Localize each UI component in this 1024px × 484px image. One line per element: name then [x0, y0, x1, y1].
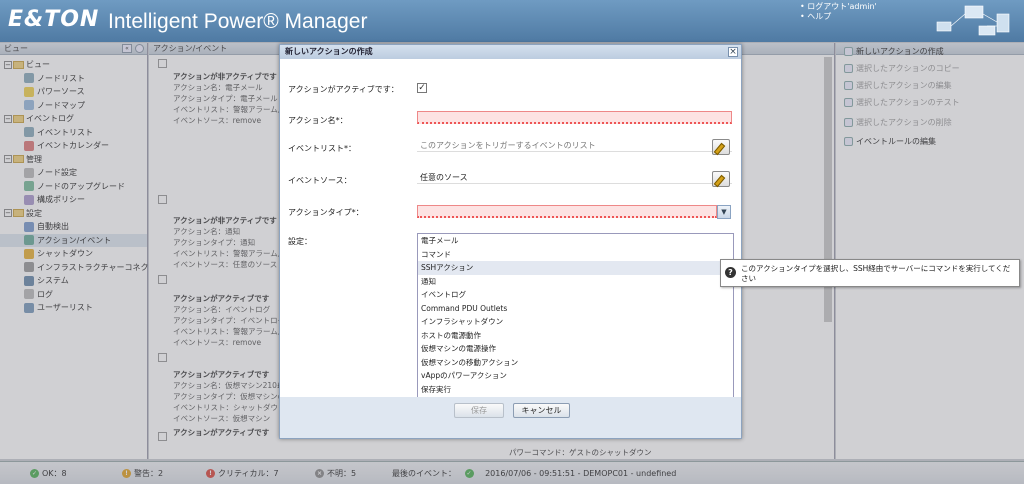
action-type-option[interactable]: vAppのパワーアクション: [418, 369, 733, 383]
action-type-option[interactable]: 保存実行: [418, 383, 733, 397]
action-type-option[interactable]: 電子メール: [418, 234, 733, 248]
edit-event-list-icon[interactable]: [712, 139, 730, 155]
action-type-label: アクションタイプ*：: [288, 208, 364, 217]
dialog-footer: 保存 キャンセル: [280, 397, 741, 438]
edit-event-source-icon[interactable]: [712, 171, 730, 187]
action-type-option[interactable]: 仮想マシンの電源操作: [418, 342, 733, 356]
new-action-dialog: 新しいアクションの作成 × アクションがアクティブです： ✓ アクション名*： …: [279, 44, 742, 439]
active-checkbox[interactable]: ✓: [417, 83, 427, 93]
dialog-body: アクションがアクティブです： ✓ アクション名*： イベントリスト*： このアク…: [280, 59, 741, 409]
action-type-option[interactable]: 仮想マシンの移動アクション: [418, 356, 733, 370]
settings-label: 設定：: [288, 237, 312, 246]
action-type-option[interactable]: 通知: [418, 275, 733, 289]
app-title: Intelligent Power® Manager: [108, 10, 368, 33]
logout-label: ログアウト'admin': [807, 2, 877, 11]
action-type-option[interactable]: Command PDU Outlets: [418, 302, 733, 316]
event-source-label: イベントソース：: [288, 176, 352, 185]
active-label: アクションがアクティブです：: [288, 85, 399, 94]
cancel-button[interactable]: キャンセル: [513, 403, 570, 418]
action-type-dropdown-list: 電子メール コマンド SSHアクション 通知 イベントログ Command PDU Out…: [417, 233, 734, 409]
save-button[interactable]: 保存: [454, 403, 504, 418]
logout-link[interactable]: • ログアウト'admin': [800, 2, 877, 12]
network-graphic-icon: [936, 5, 1010, 36]
event-list-label: イベントリスト*：: [288, 144, 356, 153]
user-links: • ログアウト'admin' • ヘルプ: [800, 2, 877, 22]
action-type-option[interactable]: ホストの電源動作: [418, 329, 733, 343]
action-type-option[interactable]: SSHアクション: [418, 261, 733, 275]
eaton-logo: E&TON: [8, 7, 100, 32]
action-type-option[interactable]: コマンド: [418, 248, 733, 262]
app-header: E&TON Intelligent Power® Manager • ログアウト…: [0, 0, 1024, 42]
action-name-input[interactable]: [417, 111, 732, 124]
chevron-down-icon[interactable]: ▼: [717, 205, 731, 219]
action-name-label: アクション名*：: [288, 116, 348, 125]
help-icon: ?: [725, 267, 736, 278]
help-link[interactable]: • ヘルプ: [800, 12, 877, 22]
action-type-option[interactable]: イベントログ: [418, 288, 733, 302]
dialog-title: 新しいアクションの作成: [280, 45, 741, 59]
action-type-option[interactable]: インフラシャットダウン: [418, 315, 733, 329]
event-source-field: 任意のソース: [417, 171, 732, 184]
action-type-select[interactable]: [417, 205, 717, 218]
close-icon[interactable]: ×: [728, 47, 738, 57]
action-type-tooltip: ? このアクションタイプを選択し、SSH経由でサーバーにコマンドを実行してくださ…: [720, 259, 1020, 287]
help-label: ヘルプ: [807, 12, 832, 21]
tooltip-text: このアクションタイプを選択し、SSH経由でサーバーにコマンドを実行してください: [741, 264, 1011, 283]
event-list-field: このアクションをトリガーするイベントのリスト: [417, 139, 732, 152]
